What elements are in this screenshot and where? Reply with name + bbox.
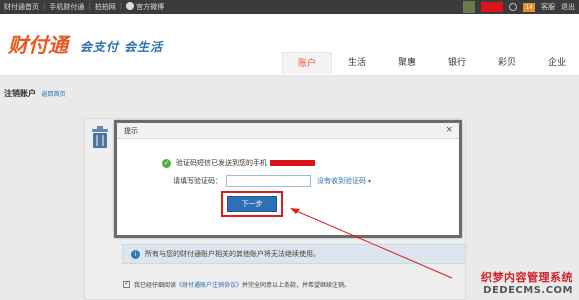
service-menu[interactable]: 客服 — [541, 2, 555, 12]
site-header: 财付通 会支付 会生活 账户 生活 聚惠 银行 彩贝 企业 — [0, 14, 579, 76]
redacted-username — [481, 2, 504, 12]
redacted-phone — [270, 160, 315, 166]
watermark: 织梦内容管理系统 DEDECMS.COM — [481, 269, 573, 296]
nav-tab-caibei[interactable]: 彩贝 — [482, 52, 532, 74]
top-link-weibo[interactable]: 官方微博 — [126, 2, 164, 12]
verification-code-input[interactable] — [226, 175, 311, 187]
divider: | — [43, 2, 46, 10]
nav-tab-account[interactable]: 账户 — [282, 52, 332, 74]
watermark-line1: 织梦内容管理系统 — [481, 271, 573, 284]
code-label: 请填写验证码： — [173, 177, 222, 185]
user-area: 14 客服 退出 — [463, 1, 575, 13]
top-link-paipai[interactable]: 拍拍网 — [95, 2, 116, 12]
divider: | — [119, 2, 123, 10]
top-link-mobile[interactable]: 手机财付通 — [49, 2, 84, 12]
code-row: 请填写验证码： 没有收到验证码 ▾ — [173, 175, 371, 187]
sms-sent-text: 验证码短信已发送到您的手机 — [176, 159, 267, 167]
main-nav: 账户 生活 聚惠 银行 彩贝 企业 — [282, 52, 579, 74]
nav-tab-enterprise[interactable]: 企业 — [532, 52, 579, 74]
slogan: 会支付 会生活 — [80, 40, 164, 54]
highlight-box: 下一步 — [221, 191, 283, 217]
message-count-badge[interactable]: 14 — [523, 2, 535, 12]
divider: | — [88, 2, 91, 10]
nav-tab-bank[interactable]: 银行 — [432, 52, 482, 74]
help-icon[interactable] — [509, 3, 518, 11]
nav-tab-deals[interactable]: 聚惠 — [382, 52, 432, 74]
top-links: 财付通首页 | 手机财付通 | 拍拍网 | 官方微博 — [4, 2, 164, 12]
weibo-label: 官方微博 — [136, 3, 165, 11]
close-icon[interactable]: × — [445, 125, 453, 135]
verification-dialog: 提示 × ✓ 验证码短信已发送到您的手机 请填写验证码： 没有收到验证码 ▾ 下… — [114, 120, 462, 238]
avatar[interactable] — [463, 1, 476, 13]
check-icon: ✓ — [162, 158, 171, 168]
quit-link[interactable]: 退出 — [561, 2, 575, 12]
dialog-header: 提示 × — [117, 123, 459, 139]
sms-sent-message: ✓ 验证码短信已发送到您的手机 — [162, 158, 315, 168]
weibo-icon — [126, 2, 135, 10]
chevron-down-icon[interactable]: ▾ — [368, 178, 371, 185]
top-link-home[interactable]: 财付通首页 — [4, 2, 39, 12]
svg-text:财付通: 财付通 — [8, 34, 71, 57]
nav-tab-life[interactable]: 生活 — [332, 52, 382, 74]
watermark-line2: DEDECMS.COM — [483, 285, 573, 296]
top-bar: 财付通首页 | 手机财付通 | 拍拍网 | 官方微博 14 客服 退出 — [0, 0, 579, 14]
dialog-title: 提示 — [124, 127, 138, 135]
no-code-link[interactable]: 没有收到验证码 — [317, 176, 366, 186]
tenpay-logo[interactable]: 财付通 — [8, 32, 74, 58]
next-step-button[interactable]: 下一步 — [227, 196, 277, 212]
